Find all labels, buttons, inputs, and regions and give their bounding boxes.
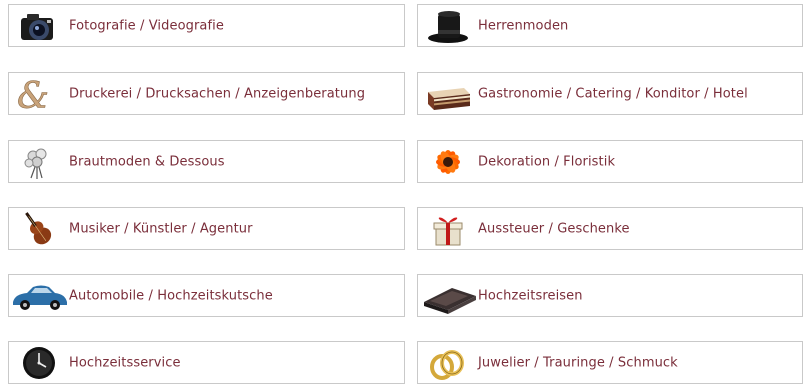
camera-icon bbox=[9, 4, 71, 48]
gift-box-icon bbox=[418, 207, 480, 251]
clock-icon bbox=[9, 341, 71, 385]
category-grid: Fotografie / Videografie Herrenmoden & D… bbox=[0, 0, 804, 384]
category-label: Fotografie / Videografie bbox=[69, 18, 224, 33]
category-fotografie[interactable]: Fotografie / Videografie bbox=[8, 4, 405, 47]
category-label: Hochzeitsservice bbox=[69, 355, 181, 370]
category-juwelier[interactable]: Juwelier / Trauringe / Schmuck bbox=[417, 341, 803, 384]
category-label: Musiker / Künstler / Agentur bbox=[69, 221, 253, 236]
svg-text:&: & bbox=[17, 76, 49, 116]
category-herrenmoden[interactable]: Herrenmoden bbox=[417, 4, 803, 47]
category-label: Brautmoden & Dessous bbox=[69, 154, 225, 169]
violin-icon bbox=[9, 207, 71, 251]
category-automobile[interactable]: Automobile / Hochzeitskutsche bbox=[8, 274, 405, 317]
category-brautmoden[interactable]: Brautmoden & Dessous bbox=[8, 140, 405, 183]
category-druckerei[interactable]: & Druckerei / Drucksachen / Anzeigenbera… bbox=[8, 72, 405, 116]
category-gastronomie[interactable]: Gastronomie / Catering / Konditor / Hote… bbox=[417, 72, 803, 115]
bridal-bouquet-icon bbox=[9, 140, 71, 184]
category-hochzeitsreisen[interactable]: Hochzeitsreisen bbox=[417, 274, 803, 317]
flower-icon bbox=[418, 140, 480, 184]
wedding-rings-icon bbox=[418, 341, 480, 385]
travel-book-icon bbox=[418, 274, 480, 318]
category-musiker[interactable]: Musiker / Künstler / Agentur bbox=[8, 207, 405, 250]
cake-slice-icon bbox=[418, 72, 480, 116]
ampersand-icon: & bbox=[9, 72, 71, 116]
category-label: Dekoration / Floristik bbox=[478, 154, 616, 169]
category-label: Herrenmoden bbox=[478, 18, 569, 33]
category-label: Gastronomie / Catering / Konditor / Hote… bbox=[478, 86, 748, 101]
category-label: Hochzeitsreisen bbox=[478, 288, 583, 303]
category-label: Automobile / Hochzeitskutsche bbox=[69, 288, 273, 303]
category-dekoration[interactable]: Dekoration / Floristik bbox=[417, 140, 803, 183]
top-hat-icon bbox=[418, 4, 480, 48]
category-hochzeitsservice[interactable]: Hochzeitsservice bbox=[8, 341, 405, 384]
category-label: Aussteuer / Geschenke bbox=[478, 221, 630, 236]
category-label: Druckerei / Drucksachen / Anzeigenberatu… bbox=[69, 86, 366, 101]
category-label: Juwelier / Trauringe / Schmuck bbox=[478, 355, 678, 370]
classic-car-icon bbox=[9, 274, 71, 318]
category-aussteuer[interactable]: Aussteuer / Geschenke bbox=[417, 207, 803, 250]
